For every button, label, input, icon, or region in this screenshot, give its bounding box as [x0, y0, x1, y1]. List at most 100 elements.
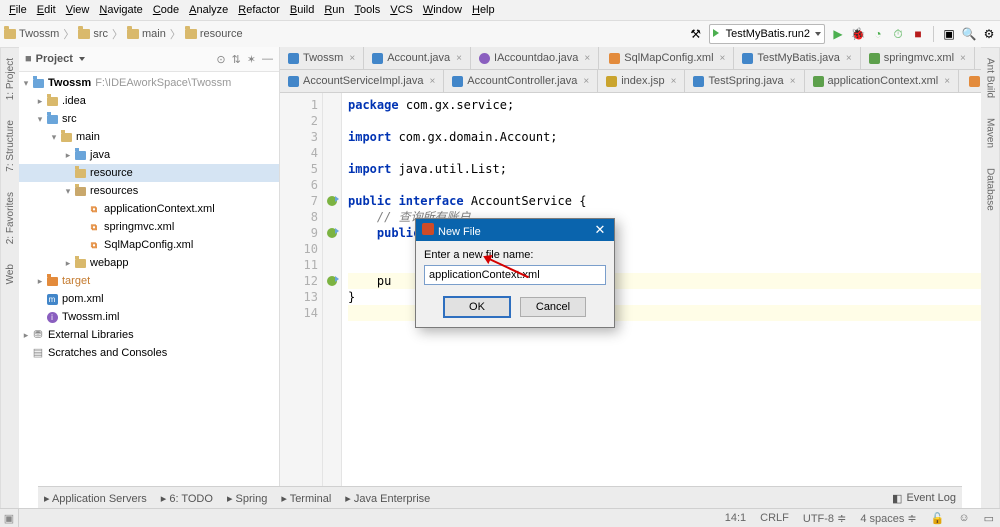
indent[interactable]: 4 spaces ≑ — [860, 512, 916, 525]
tree-springmvc[interactable]: ⧉springmvc.xml — [19, 218, 279, 236]
expand-all-icon[interactable]: ⇅ — [232, 53, 241, 66]
filename-input[interactable] — [424, 265, 606, 285]
menu-refactor[interactable]: Refactor — [233, 0, 285, 20]
project-panel-title[interactable]: ■Project — [25, 53, 85, 65]
menu-edit[interactable]: Edit — [32, 0, 61, 20]
menu-code[interactable]: Code — [148, 0, 184, 20]
menu-view[interactable]: View — [61, 0, 95, 20]
run-icon[interactable]: ▶ — [831, 27, 845, 41]
bottom-tool[interactable]: ▸ 6: TODO — [161, 492, 213, 505]
close-tab-icon[interactable]: × — [456, 53, 462, 64]
right-tab[interactable]: Database — [985, 162, 996, 217]
editor-tab[interactable]: Twossm× — [280, 47, 364, 69]
editor-tab[interactable]: web.xml× — [959, 70, 981, 92]
tree-src[interactable]: ▾src — [19, 110, 279, 128]
tree-iml[interactable]: iTwossm.iml — [19, 308, 279, 326]
close-icon[interactable]: ✕ — [586, 219, 614, 241]
toolwindow-toggle-icon[interactable]: ▣ — [0, 508, 19, 527]
editor-tab[interactable]: IAccountdao.java× — [471, 47, 599, 69]
profile-icon[interactable]: ⏱ — [891, 27, 905, 41]
tree-webapp[interactable]: ▸webapp — [19, 254, 279, 272]
bottom-tool[interactable]: ▸ Java Enterprise — [345, 492, 430, 505]
editor-tab[interactable]: springmvc.xml× — [861, 47, 975, 69]
breadcrumb-item[interactable]: src — [78, 28, 108, 40]
ok-button[interactable]: OK — [444, 297, 510, 317]
coverage-icon[interactable]: ◔ — [871, 27, 885, 41]
editor-tab[interactable]: Account.java× — [364, 47, 471, 69]
menu-build[interactable]: Build — [285, 0, 319, 20]
close-tab-icon[interactable]: × — [720, 53, 726, 64]
readonly-icon[interactable]: 🔓 — [931, 512, 945, 525]
settings-icon[interactable]: ⚙ — [982, 27, 996, 41]
editor-tab[interactable]: TestSpring.java× — [685, 70, 804, 92]
collapse-icon[interactable]: ✶ — [247, 53, 256, 66]
hammer-icon[interactable]: ⚒ — [689, 27, 703, 41]
run-config-dropdown[interactable]: TestMyBatis.run2 — [709, 24, 825, 44]
tree-target[interactable]: ▸target — [19, 272, 279, 290]
menu-vcs[interactable]: VCS — [385, 0, 418, 20]
tree-scratches[interactable]: ▤Scratches and Consoles — [19, 344, 279, 362]
editor-tab[interactable]: index.jsp× — [598, 70, 685, 92]
editor-tab[interactable]: AccountController.java× — [444, 70, 598, 92]
tree-java[interactable]: ▸java — [19, 146, 279, 164]
close-tab-icon[interactable]: × — [429, 76, 435, 87]
tree-main[interactable]: ▾main — [19, 128, 279, 146]
editor-tab[interactable]: list.jsp× — [975, 47, 981, 69]
left-tab[interactable]: 7: Structure — [5, 114, 16, 178]
layout-icon[interactable]: ▣ — [942, 27, 956, 41]
left-tab[interactable]: 1: Project — [5, 52, 16, 106]
stop-icon[interactable]: ■ — [911, 27, 925, 41]
tree-idea[interactable]: ▸.idea — [19, 92, 279, 110]
tree-appctx[interactable]: ⧉applicationContext.xml — [19, 200, 279, 218]
menu-window[interactable]: Window — [418, 0, 467, 20]
left-tab[interactable]: 2: Favorites — [5, 186, 16, 250]
implementations-icon[interactable] — [327, 228, 337, 238]
bottom-tool[interactable]: ▸ Application Servers — [44, 492, 147, 505]
right-tab[interactable]: Ant Build — [985, 52, 996, 104]
tree-ext[interactable]: ▸⛃External Libraries — [19, 326, 279, 344]
event-log-button[interactable]: ◧ Event Log — [892, 492, 956, 505]
bottom-tool[interactable]: ▸ Spring — [227, 492, 267, 505]
inspection-icon[interactable]: ☺ — [958, 512, 969, 524]
debug-icon[interactable]: 🐞 — [851, 27, 865, 41]
tree-sqlmap[interactable]: ⧉SqlMapConfig.xml — [19, 236, 279, 254]
tree-root[interactable]: ▾TwossmF:\IDEAworkSpace\Twossm — [19, 74, 279, 92]
tree-resource[interactable]: resource — [19, 164, 279, 182]
close-tab-icon[interactable]: × — [846, 53, 852, 64]
close-tab-icon[interactable]: × — [583, 76, 589, 87]
line-sep[interactable]: CRLF — [760, 512, 789, 524]
menu-run[interactable]: Run — [319, 0, 349, 20]
menu-file[interactable]: File — [4, 0, 32, 20]
close-tab-icon[interactable]: × — [349, 53, 355, 64]
project-tree[interactable]: ▾TwossmF:\IDEAworkSpace\Twossm ▸.idea ▾s… — [19, 72, 279, 509]
breadcrumb-item[interactable]: resource — [185, 28, 243, 40]
bottom-tool[interactable]: ▸ Terminal — [281, 492, 331, 505]
breadcrumb-item[interactable]: main — [127, 28, 166, 40]
close-tab-icon[interactable]: × — [790, 76, 796, 87]
menu-analyze[interactable]: Analyze — [184, 0, 233, 20]
menu-tools[interactable]: Tools — [350, 0, 386, 20]
tree-resources[interactable]: ▾resources — [19, 182, 279, 200]
select-opened-icon[interactable]: ⊙ — [216, 53, 225, 66]
editor-tab[interactable]: TestMyBatis.java× — [734, 47, 860, 69]
memory-icon[interactable]: ▭ — [984, 512, 994, 525]
implementations-icon[interactable] — [327, 276, 337, 286]
close-tab-icon[interactable]: × — [584, 53, 590, 64]
hide-icon[interactable]: — — [262, 53, 273, 66]
cancel-button[interactable]: Cancel — [520, 297, 586, 317]
close-tab-icon[interactable]: × — [944, 76, 950, 87]
encoding[interactable]: UTF-8 ≑ — [803, 512, 846, 525]
implementations-icon[interactable] — [327, 196, 337, 206]
close-tab-icon[interactable]: × — [671, 76, 677, 87]
search-everywhere-icon[interactable]: 🔍 — [962, 27, 976, 41]
code-editor[interactable]: 1234567891011121314 package package com.… — [280, 93, 981, 509]
menu-navigate[interactable]: Navigate — [94, 0, 147, 20]
close-tab-icon[interactable]: × — [960, 53, 966, 64]
editor-tab[interactable]: applicationContext.xml× — [805, 70, 960, 92]
breadcrumb-item[interactable]: Twossm — [4, 28, 59, 40]
editor-tab[interactable]: AccountServiceImpl.java× — [280, 70, 444, 92]
tree-pom[interactable]: mpom.xml — [19, 290, 279, 308]
right-tab[interactable]: Maven — [985, 112, 996, 154]
editor-tab[interactable]: SqlMapConfig.xml× — [599, 47, 734, 69]
menu-help[interactable]: Help — [467, 0, 500, 20]
